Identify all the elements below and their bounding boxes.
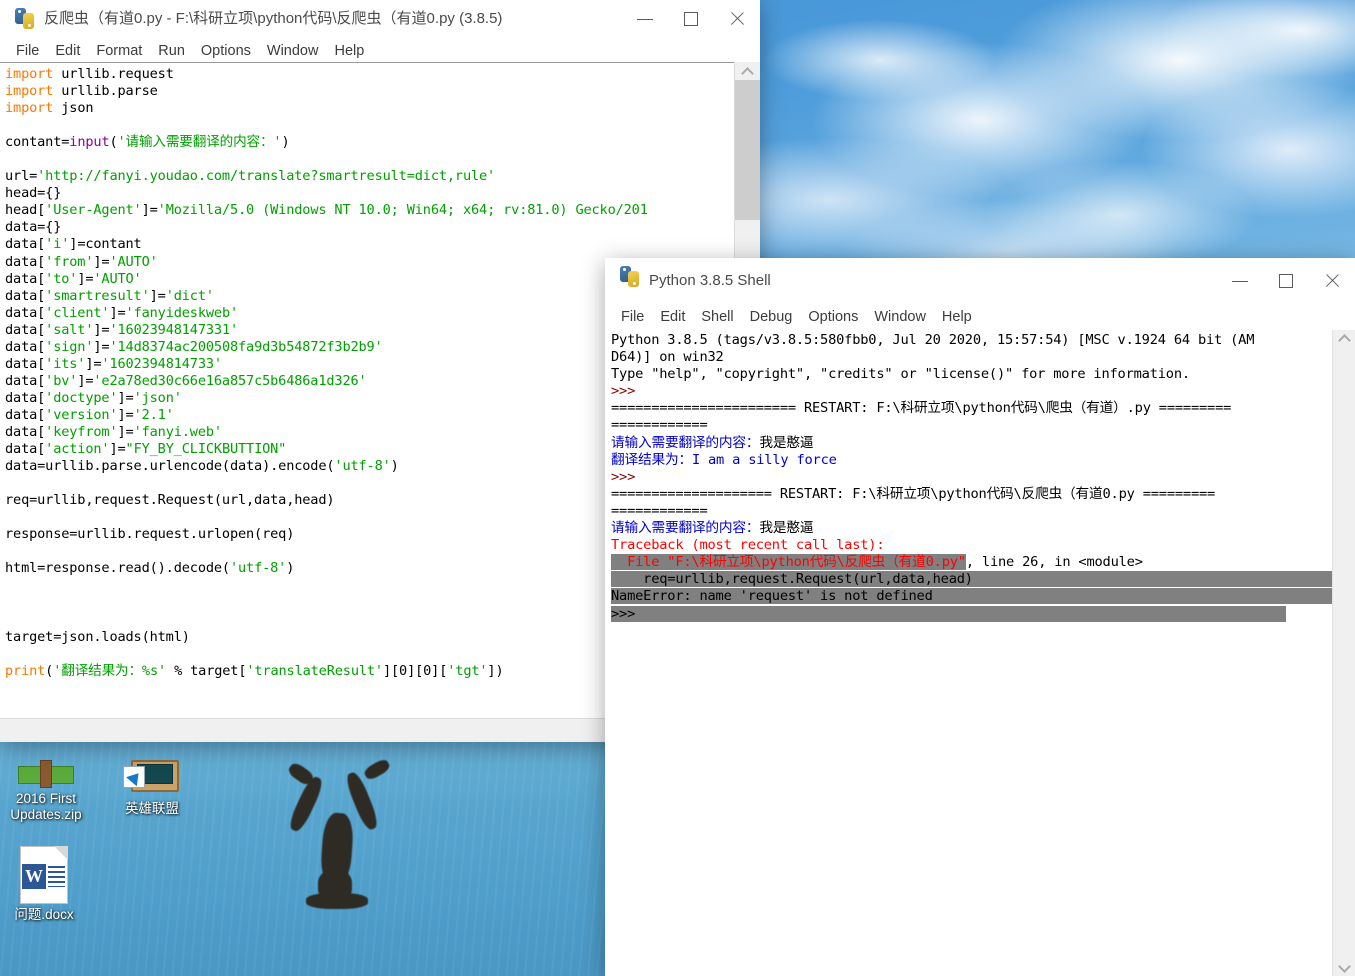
desktop-icon-docx-label: 问题.docx <box>14 907 74 922</box>
python-logo-icon <box>619 266 641 288</box>
word-document-icon: W <box>20 846 68 904</box>
shell-title: Python 3.8.5 Shell <box>649 272 771 289</box>
shell-maximize-button[interactable] <box>1263 258 1309 304</box>
editor-scroll-up-arrow-icon[interactable] <box>735 62 760 80</box>
shell-menu-file[interactable]: File <box>613 307 652 327</box>
desktop-icon-docx[interactable]: W 问题.docx <box>0 846 98 923</box>
shell-menu-debug[interactable]: Debug <box>742 307 801 327</box>
shell-vertical-scrollbar[interactable] <box>1332 330 1355 976</box>
swimmer-silhouette <box>276 757 406 915</box>
desktop-icon-zip-label: 2016 First Updates.zip <box>10 791 82 822</box>
editor-menu-file[interactable]: File <box>8 41 47 61</box>
editor-scroll-thumb[interactable] <box>735 80 760 220</box>
shell-titlebar[interactable]: Python 3.8.5 Shell <box>605 258 1355 304</box>
shell-menu-shell[interactable]: Shell <box>693 307 741 327</box>
shell-minimize-button[interactable] <box>1217 258 1263 304</box>
python-shell-window[interactable]: Python 3.8.5 Shell File Edit Shell Debug… <box>605 258 1355 976</box>
editor-menu-run[interactable]: Run <box>150 41 193 61</box>
python-logo-icon <box>14 8 36 30</box>
shell-menu-options[interactable]: Options <box>800 307 866 327</box>
shell-scroll-down-arrow-icon[interactable] <box>1333 959 1355 976</box>
shell-close-button[interactable] <box>1309 258 1355 304</box>
shell-menu-help[interactable]: Help <box>934 307 980 327</box>
editor-titlebar[interactable]: 反爬虫（有道0.py - F:\科研立项\python代码\反爬虫（有道0.py… <box>0 0 760 38</box>
shell-menubar[interactable]: File Edit Shell Debug Options Window Hel… <box>605 304 1355 330</box>
editor-close-button[interactable] <box>714 0 760 38</box>
editor-menubar[interactable]: File Edit Format Run Options Window Help <box>0 38 760 64</box>
shell-menu-edit[interactable]: Edit <box>652 307 693 327</box>
desktop-icon-zip[interactable]: 2016 First Updates.zip <box>0 758 100 823</box>
editor-menu-options[interactable]: Options <box>193 41 259 61</box>
editor-title: 反爬虫（有道0.py - F:\科研立项\python代码\反爬虫（有道0.py… <box>44 10 503 27</box>
editor-menu-edit[interactable]: Edit <box>47 41 88 61</box>
shell-output-area[interactable]: Python 3.8.5 (tags/v3.8.5:580fbb0, Jul 2… <box>608 330 1355 970</box>
desktop-icon-lol[interactable]: 英雄联盟 <box>98 756 206 817</box>
desktop-icon-lol-label: 英雄联盟 <box>125 801 179 816</box>
shell-console-output[interactable]: Python 3.8.5 (tags/v3.8.5:580fbb0, Jul 2… <box>608 330 1355 623</box>
editor-menu-help[interactable]: Help <box>326 41 372 61</box>
editor-window-controls <box>622 0 760 38</box>
editor-maximize-button[interactable] <box>668 0 714 38</box>
zip-file-icon <box>18 758 74 788</box>
lol-shortcut-icon <box>123 756 181 798</box>
editor-menu-format[interactable]: Format <box>88 41 150 61</box>
editor-menu-window[interactable]: Window <box>259 41 327 61</box>
editor-minimize-button[interactable] <box>622 0 668 38</box>
shell-scroll-up-arrow-icon[interactable] <box>1333 330 1355 347</box>
shell-window-controls <box>1217 258 1355 304</box>
shell-menu-window[interactable]: Window <box>866 307 934 327</box>
